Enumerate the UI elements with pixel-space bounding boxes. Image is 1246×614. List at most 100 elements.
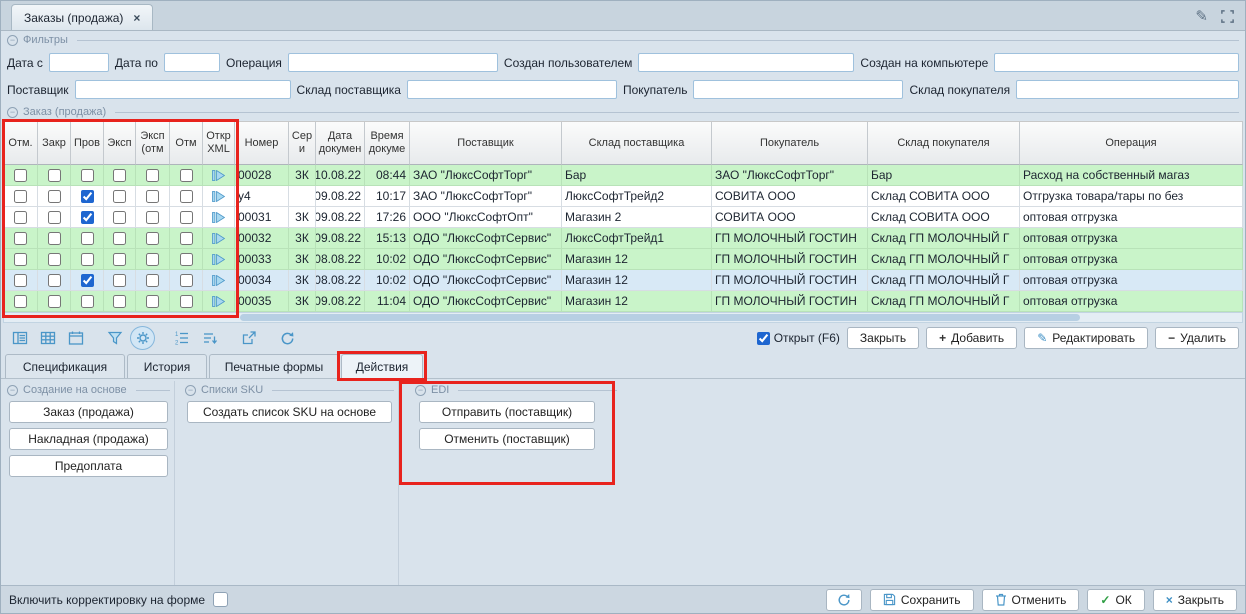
filter-buyer-input[interactable]: [693, 80, 903, 99]
row-flag-checkbox[interactable]: [14, 232, 27, 245]
cell-supplier[interactable]: ОДО "ЛюксСофтСервис": [410, 249, 562, 270]
filter-created-on-computer-input[interactable]: [994, 53, 1239, 72]
cell-series[interactable]: 3К: [289, 228, 316, 249]
row-flag-checkbox[interactable]: [81, 232, 94, 245]
cell-time[interactable]: 10:17: [365, 186, 410, 207]
column-header[interactable]: Операция: [1020, 122, 1243, 165]
row-flag-checkbox[interactable]: [113, 274, 126, 287]
open-xml-cell[interactable]: [203, 291, 235, 312]
row-flag-checkbox[interactable]: [180, 295, 193, 308]
row-flag-checkbox[interactable]: [180, 190, 193, 203]
cell-date[interactable]: 09.08.22: [316, 186, 365, 207]
column-header[interactable]: Дата докумен: [316, 122, 365, 165]
row-flag-cell[interactable]: [104, 186, 136, 207]
row-flag-checkbox[interactable]: [113, 253, 126, 266]
cell-time[interactable]: 15:13: [365, 228, 410, 249]
view-grid-icon[interactable]: [35, 326, 60, 350]
row-flag-cell[interactable]: [104, 228, 136, 249]
maximize-icon[interactable]: [1220, 9, 1235, 24]
cell-operation[interactable]: оптовая отгрузка: [1020, 228, 1243, 249]
row-flag-checkbox[interactable]: [48, 253, 61, 266]
row-flag-cell[interactable]: [4, 228, 38, 249]
row-flag-checkbox[interactable]: [14, 274, 27, 287]
collapse-filters-icon[interactable]: −: [7, 35, 18, 46]
cell-supplier[interactable]: ОДО "ЛюксСофтСервис": [410, 291, 562, 312]
column-header[interactable]: Сери: [289, 122, 316, 165]
cell-buyer[interactable]: ГП МОЛОЧНЫЙ ГОСТИН: [712, 249, 868, 270]
cell-operation[interactable]: Расход на собственный магаз: [1020, 165, 1243, 186]
filter-funnel-icon[interactable]: [102, 326, 127, 350]
filter-created-by-input[interactable]: [638, 53, 854, 72]
settings-gear-icon[interactable]: [130, 326, 155, 350]
tab-orders-sale[interactable]: Заказы (продажа) ×: [11, 4, 153, 30]
row-flag-checkbox[interactable]: [14, 169, 27, 182]
delete-order-button[interactable]: − Удалить: [1155, 327, 1239, 349]
tab-specification[interactable]: Спецификация: [5, 354, 125, 378]
column-header[interactable]: Склад поставщика: [562, 122, 712, 165]
cell-buyer[interactable]: СОВИТА ООО: [712, 207, 868, 228]
open-xml-icon[interactable]: [212, 296, 225, 307]
row-flag-cell[interactable]: [4, 249, 38, 270]
row-flag-cell[interactable]: [104, 270, 136, 291]
close-order-button[interactable]: Закрыть: [847, 327, 919, 349]
view-columns-icon[interactable]: [7, 326, 32, 350]
cell-operation[interactable]: оптовая отгрузка: [1020, 291, 1243, 312]
cell-supplier-warehouse[interactable]: ЛюксСофтТрейд1: [562, 228, 712, 249]
cell-supplier[interactable]: ЗАО "ЛюксСофтТорг": [410, 165, 562, 186]
tab-print-forms[interactable]: Печатные формы: [209, 354, 339, 378]
cell-time[interactable]: 11:04: [365, 291, 410, 312]
row-flag-checkbox[interactable]: [146, 253, 159, 266]
cell-time[interactable]: 17:26: [365, 207, 410, 228]
row-flag-cell[interactable]: [170, 165, 203, 186]
row-flag-checkbox[interactable]: [48, 232, 61, 245]
tab-actions[interactable]: Действия: [341, 354, 423, 378]
open-xml-cell[interactable]: [203, 249, 235, 270]
sort-lines-icon[interactable]: [197, 326, 222, 350]
row-flag-checkbox[interactable]: [113, 211, 126, 224]
table-row[interactable]: у409.08.2210:17ЗАО "ЛюксСофтТорг"ЛюксСоф…: [3, 186, 1243, 207]
row-flag-cell[interactable]: [4, 270, 38, 291]
ok-button[interactable]: ✓ ОК: [1087, 589, 1144, 611]
row-flag-cell[interactable]: [71, 291, 104, 312]
table-row[interactable]: 000323К09.08.2215:13ОДО "ЛюксСофтСервис"…: [3, 228, 1243, 249]
cell-date[interactable]: 08.08.22: [316, 249, 365, 270]
enable-correction-checkbox[interactable]: [213, 592, 228, 607]
row-flag-checkbox[interactable]: [180, 274, 193, 287]
tab-history[interactable]: История: [127, 354, 207, 378]
cell-supplier[interactable]: ОДО "ЛюксСофтСервис": [410, 270, 562, 291]
cell-buyer-warehouse[interactable]: Склад ГП МОЛОЧНЫЙ Г: [868, 228, 1020, 249]
filter-date-from-input[interactable]: [49, 53, 109, 72]
row-flag-checkbox[interactable]: [14, 190, 27, 203]
column-header[interactable]: Отм: [170, 122, 203, 165]
numbered-list-icon[interactable]: 1 2: [169, 326, 194, 350]
open-external-icon[interactable]: [236, 326, 261, 350]
row-flag-checkbox[interactable]: [113, 295, 126, 308]
row-flag-checkbox[interactable]: [48, 190, 61, 203]
cell-buyer-warehouse[interactable]: Склад СОВИТА ООО: [868, 207, 1020, 228]
cell-number[interactable]: 00032: [235, 228, 289, 249]
row-flag-checkbox[interactable]: [146, 211, 159, 224]
edit-order-button[interactable]: ✎ Редактировать: [1024, 327, 1148, 349]
row-flag-checkbox[interactable]: [48, 211, 61, 224]
row-flag-checkbox[interactable]: [146, 295, 159, 308]
column-header[interactable]: Покупатель: [712, 122, 868, 165]
collapse-orders-icon[interactable]: −: [7, 107, 18, 118]
row-flag-cell[interactable]: [38, 249, 71, 270]
open-xml-cell[interactable]: [203, 165, 235, 186]
column-header[interactable]: Откр XML: [203, 122, 235, 165]
cell-buyer[interactable]: ГП МОЛОЧНЫЙ ГОСТИН: [712, 228, 868, 249]
column-header[interactable]: Отм.: [4, 122, 38, 165]
row-flag-cell[interactable]: [71, 270, 104, 291]
edi-send-supplier-button[interactable]: Отправить (поставщик): [419, 401, 595, 423]
row-flag-cell[interactable]: [170, 291, 203, 312]
cell-buyer[interactable]: СОВИТА ООО: [712, 186, 868, 207]
filter-date-to-input[interactable]: [164, 53, 220, 72]
cell-time[interactable]: 10:02: [365, 270, 410, 291]
cell-supplier-warehouse[interactable]: Магазин 12: [562, 249, 712, 270]
row-flag-cell[interactable]: [136, 249, 170, 270]
row-flag-checkbox[interactable]: [14, 253, 27, 266]
row-flag-checkbox[interactable]: [14, 295, 27, 308]
row-flag-checkbox[interactable]: [81, 295, 94, 308]
cell-supplier-warehouse[interactable]: ЛюксСофтТрейд2: [562, 186, 712, 207]
open-xml-cell[interactable]: [203, 228, 235, 249]
